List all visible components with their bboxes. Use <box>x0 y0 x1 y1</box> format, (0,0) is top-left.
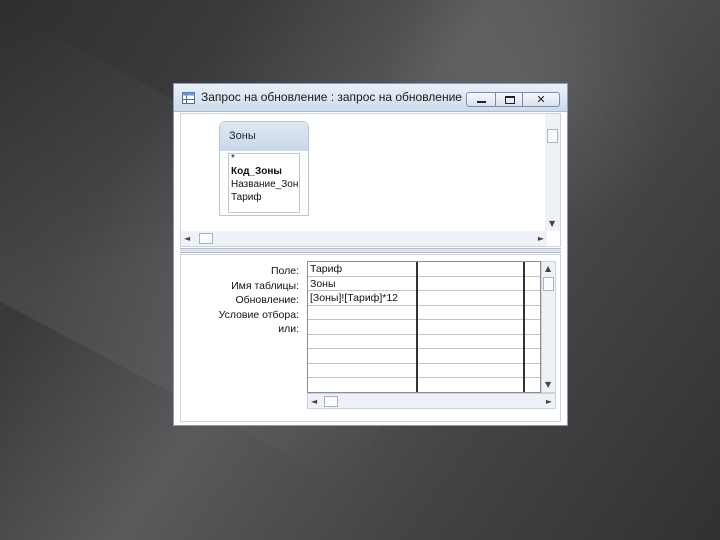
scroll-up-icon[interactable]: ▲ <box>545 265 551 273</box>
upper-horizontal-thumb[interactable] <box>199 233 213 244</box>
grid-cell-criteria[interactable] <box>525 306 540 320</box>
grid-cell-field[interactable] <box>418 262 523 277</box>
row-label-field: Поле: <box>270 265 299 277</box>
field-list-window[interactable]: Зоны * Код_Зоны Название_Зоны Тариф <box>219 121 309 216</box>
grid-column <box>525 262 540 392</box>
close-button[interactable]: ✕ <box>522 92 560 107</box>
row-label-update: Обновление: <box>235 294 299 306</box>
grid-horizontal-scrollbar[interactable]: ◄ ► <box>307 393 556 409</box>
upper-vertical-scrollbar[interactable]: ▼ <box>545 114 560 231</box>
scroll-down-icon[interactable]: ▼ <box>549 220 555 228</box>
grid-cell[interactable] <box>308 364 416 378</box>
grid-cell-criteria[interactable] <box>308 306 416 320</box>
minimize-icon <box>477 101 486 103</box>
grid-cell[interactable] <box>308 335 416 349</box>
upper-horizontal-scrollbar[interactable]: ◄ ► <box>181 231 547 246</box>
grid-column <box>418 262 525 392</box>
grid-cell-table[interactable]: Зоны <box>308 277 416 291</box>
window-title: Запрос на обновление : запрос на обновле… <box>201 90 462 104</box>
scroll-right-icon[interactable]: ► <box>546 398 552 406</box>
grid-cell[interactable] <box>525 349 540 364</box>
row-label-table: Имя таблицы: <box>231 279 299 292</box>
query-design-grid: Тариф Зоны [Зоны]![Тариф]*12 <box>307 261 541 393</box>
grid-cell-or[interactable] <box>418 320 523 335</box>
field-list-header[interactable]: Зоны <box>220 122 308 151</box>
row-label-criteria: Условие отбора: <box>218 308 299 321</box>
grid-cell[interactable] <box>418 364 523 378</box>
grid-cell-update[interactable]: [Зоны]![Тариф]*12 <box>308 291 416 306</box>
scroll-down-icon[interactable]: ▼ <box>545 381 551 389</box>
query-icon <box>182 92 195 104</box>
grid-cell[interactable] <box>418 335 523 349</box>
maximize-button[interactable] <box>495 92 523 107</box>
table-design-pane: Зоны * Код_Зоны Название_Зоны Тариф ▼ ◄ … <box>180 113 561 247</box>
query-window: Запрос на обновление : запрос на обновле… <box>173 83 568 426</box>
maximize-icon <box>505 96 515 104</box>
query-grid-pane: Поле: Имя таблицы: Обновление: Условие о… <box>180 254 561 422</box>
minimize-button[interactable] <box>466 92 496 107</box>
field-tariff[interactable]: Тариф <box>229 191 299 204</box>
field-list-title: Зоны <box>229 130 256 142</box>
scroll-left-icon[interactable]: ◄ <box>311 398 317 406</box>
title-bar[interactable]: Запрос на обновление : запрос на обновле… <box>174 84 567 112</box>
grid-cell-or[interactable] <box>308 320 416 335</box>
close-icon: ✕ <box>536 93 546 106</box>
grid-cell[interactable] <box>525 335 540 349</box>
row-labels: Поле: Имя таблицы: Обновление: Условие о… <box>181 264 301 337</box>
grid-column: Тариф Зоны [Зоны]![Тариф]*12 <box>308 262 418 392</box>
grid-cell[interactable] <box>308 349 416 364</box>
grid-cell-or[interactable] <box>525 320 540 335</box>
grid-cell-field[interactable]: Тариф <box>308 262 416 277</box>
grid-horizontal-thumb[interactable] <box>324 396 338 407</box>
field-all[interactable]: * <box>229 154 299 165</box>
grid-vertical-thumb[interactable] <box>543 277 554 291</box>
grid-cell-table[interactable] <box>418 277 523 291</box>
grid-cell-criteria[interactable] <box>418 306 523 320</box>
grid-cell[interactable] <box>525 364 540 378</box>
scroll-left-icon[interactable]: ◄ <box>184 235 190 243</box>
grid-cell-table[interactable] <box>525 277 540 291</box>
upper-vertical-thumb[interactable] <box>547 129 558 143</box>
grid-cell-update[interactable] <box>418 291 523 306</box>
scroll-right-icon[interactable]: ► <box>538 235 544 243</box>
pane-splitter[interactable] <box>180 248 561 253</box>
row-label-or: или: <box>278 323 299 335</box>
grid-cell-update[interactable] <box>525 291 540 306</box>
field-zone-name[interactable]: Название_Зоны <box>229 178 299 191</box>
grid-vertical-scrollbar[interactable]: ▲ ▼ <box>541 261 556 393</box>
grid-cell[interactable] <box>418 349 523 364</box>
field-list: * Код_Зоны Название_Зоны Тариф <box>228 153 300 213</box>
field-zone-code[interactable]: Код_Зоны <box>229 165 299 178</box>
grid-cell-field[interactable] <box>525 262 540 277</box>
